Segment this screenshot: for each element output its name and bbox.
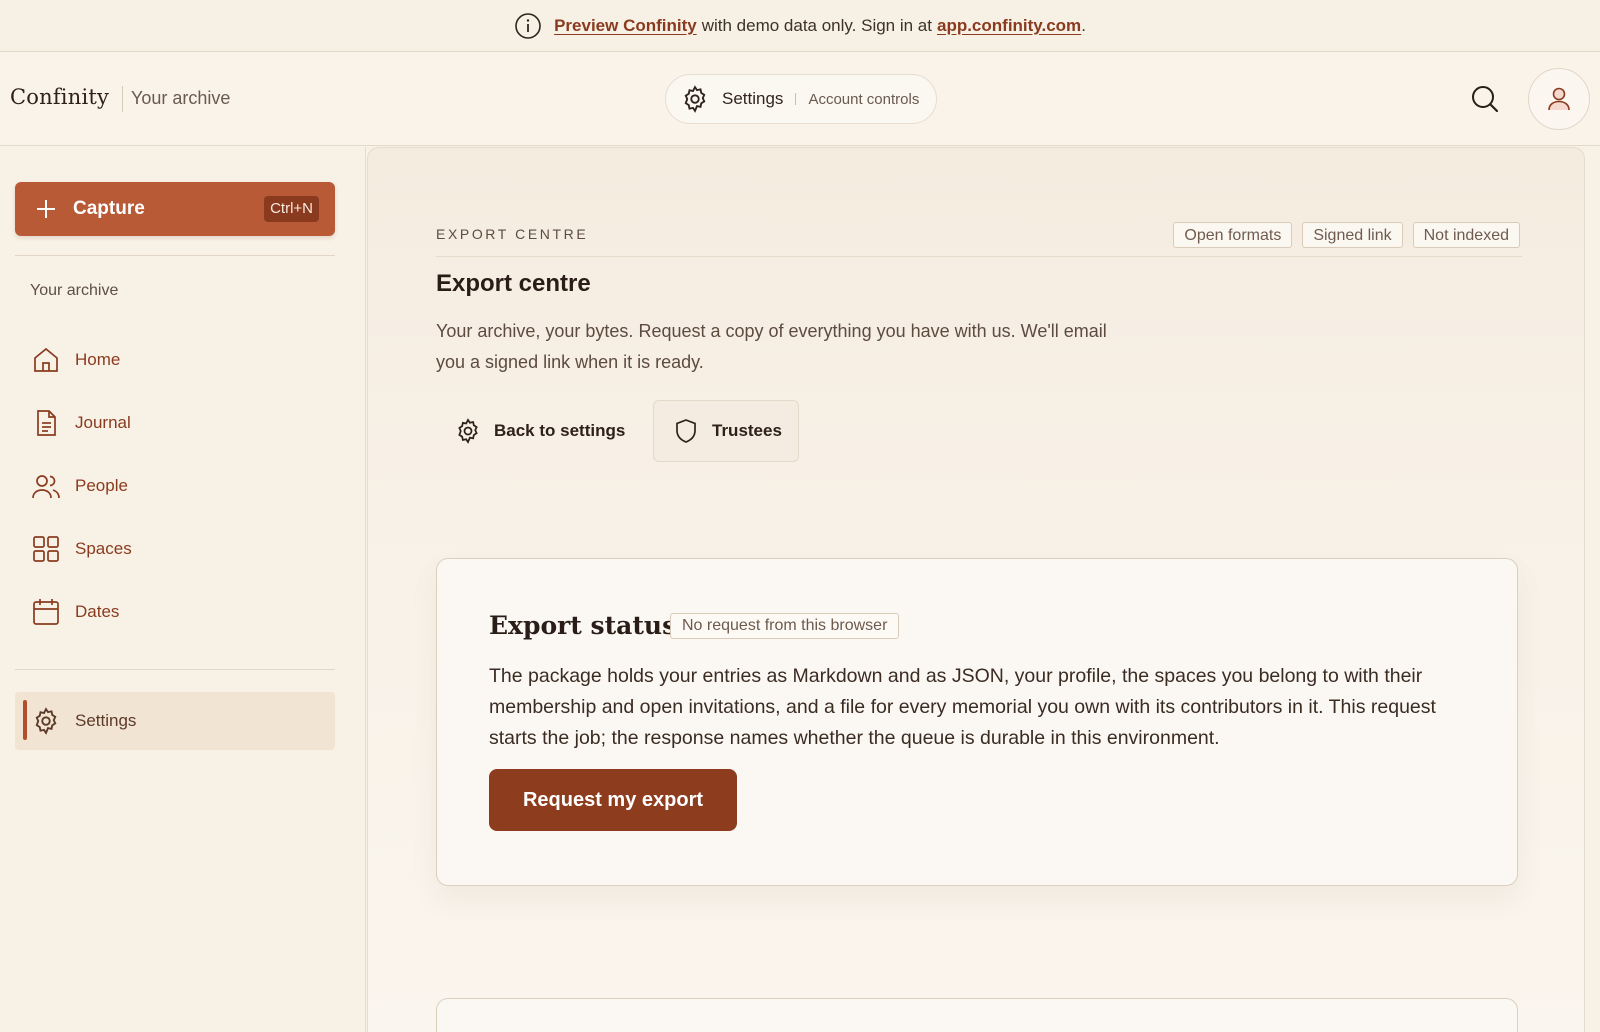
sidebar-item-settings[interactable]: Settings (15, 692, 335, 750)
info-icon (514, 12, 542, 40)
grid-icon (31, 534, 61, 564)
back-to-settings-button[interactable]: Back to settings (438, 400, 641, 462)
pill-divider (795, 93, 797, 105)
sidebar-item-home[interactable]: Home (15, 332, 335, 388)
next-card (436, 998, 1518, 1032)
sidebar-divider (15, 669, 335, 670)
capture-shortcut: Ctrl+N (264, 196, 319, 222)
sidebar-item-label: Home (75, 350, 121, 369)
pill-sublabel: Account controls (808, 90, 920, 108)
request-export-button[interactable]: Request my export (489, 769, 737, 831)
sidebar-item-journal[interactable]: Journal (15, 395, 335, 451)
trustees-label: Trustees (712, 421, 782, 440)
export-status-card: Export status No request from this brows… (436, 558, 1518, 886)
capture-button[interactable]: Capture Ctrl+N (15, 182, 335, 236)
document-icon (31, 408, 61, 438)
gear-icon (31, 706, 61, 736)
sidebar-item-dates[interactable]: Dates (15, 584, 335, 640)
sidebar-heading: Your archive (30, 282, 119, 299)
card-description: The package holds your entries as Markdo… (489, 665, 1436, 749)
plus-icon (35, 198, 57, 220)
preview-confinity-link[interactable]: Preview Confinity (554, 16, 697, 36)
trustees-button[interactable]: Trustees (653, 400, 799, 462)
gear-icon (454, 417, 482, 445)
sidebar-item-label: Journal (75, 413, 131, 432)
avatar-button[interactable] (1528, 68, 1590, 130)
sidebar-item-label: Dates (75, 602, 120, 621)
top-bar: Confinity Your archive Settings Account … (0, 52, 1600, 146)
sidebar: Capture Ctrl+N Your archive Home Journal… (0, 147, 366, 1032)
tag-not-indexed: Not indexed (1412, 222, 1520, 248)
header-divider (436, 256, 1522, 257)
shield-icon (672, 417, 700, 445)
tag-signed-link: Signed link (1302, 222, 1403, 248)
search-button[interactable] (1470, 84, 1500, 114)
user-icon (1548, 87, 1570, 111)
people-icon (31, 471, 61, 501)
sidebar-divider (15, 255, 335, 256)
tag-open-formats: Open formats (1173, 222, 1293, 248)
section-eyebrow: EXPORT CENTRE (436, 226, 589, 242)
page-title: Export centre (436, 270, 591, 297)
brand-subtitle: Your archive (122, 86, 230, 112)
settings-pill[interactable]: Settings Account controls (665, 74, 937, 124)
sidebar-item-label: Spaces (75, 539, 132, 558)
sidebar-item-spaces[interactable]: Spaces (15, 521, 335, 577)
status-badge: No request from this browser (670, 613, 900, 639)
sidebar-item-label: People (75, 476, 128, 495)
calendar-icon (31, 597, 61, 627)
sidebar-item-label: Settings (75, 711, 137, 730)
tag-list: Open formats Signed link Not indexed (1173, 222, 1520, 248)
card-title: Export status (489, 611, 677, 640)
back-to-settings-label: Back to settings (494, 421, 626, 440)
search-icon (1472, 86, 1499, 113)
pill-label: Settings (722, 89, 784, 108)
domain-link[interactable]: app.confinity.com (937, 16, 1081, 36)
gear-icon (680, 84, 710, 114)
capture-label: Capture (73, 198, 145, 219)
preview-banner: Preview Confinity with demo data only. S… (0, 0, 1600, 52)
main-panel: EXPORT CENTRE Open formats Signed link N… (367, 147, 1585, 1032)
home-icon (31, 345, 61, 375)
page-description: Your archive, your bytes. Request a copy… (436, 321, 1107, 372)
banner-text: with demo data only. Sign in at (701, 15, 932, 35)
banner-trailing: . (1081, 15, 1086, 35)
sidebar-item-people[interactable]: People (15, 458, 335, 514)
brand-logo[interactable]: Confinity (10, 85, 109, 109)
